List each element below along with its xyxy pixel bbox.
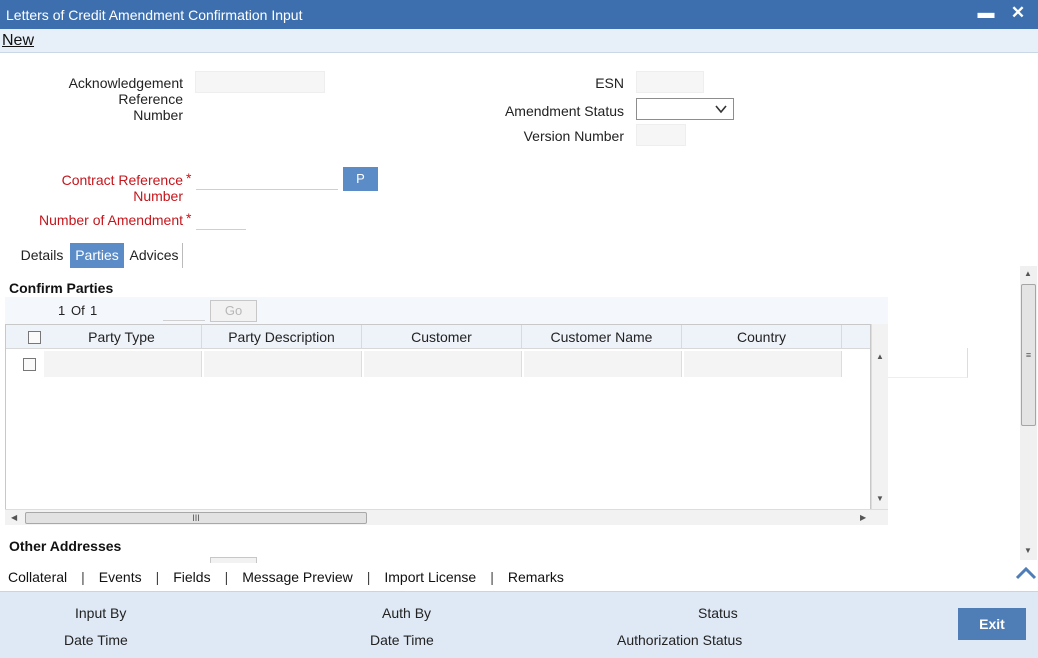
collateral-link[interactable]: Collateral — [8, 569, 67, 585]
col-party-description[interactable]: Party Description — [202, 325, 362, 349]
ack-ref-input[interactable] — [195, 71, 325, 93]
page-scroll-up-icon[interactable]: ▲ — [1024, 269, 1032, 278]
minimize-icon[interactable]: ▬ — [976, 2, 996, 24]
customer-cell[interactable] — [364, 351, 522, 377]
status-label: Status — [698, 605, 738, 621]
exit-button[interactable]: Exit — [958, 608, 1026, 640]
scroll-right-icon[interactable]: ▶ — [860, 513, 866, 522]
tab-advices[interactable]: Advices — [126, 243, 182, 268]
tab-parties[interactable]: Parties — [70, 243, 124, 268]
tab-details[interactable]: Details — [16, 243, 68, 268]
esn-input[interactable] — [636, 71, 704, 93]
pager: 1 Of 1 Go — [5, 297, 888, 325]
confirm-parties-title: Confirm Parties — [9, 280, 114, 296]
window-title: Letters of Credit Amendment Confirmation… — [6, 6, 303, 23]
auth-by-label: Auth By — [382, 605, 432, 621]
ack-ref-label-line1: Acknowledgement Reference — [68, 75, 183, 107]
version-number-input[interactable] — [636, 124, 686, 146]
footer-audit-bar: Input By Date Time Auth By Date Time Sta… — [0, 591, 1038, 658]
link-separator: | — [224, 569, 229, 585]
col-party-type[interactable]: Party Type — [42, 325, 202, 349]
date-time-label-2: Date Time — [370, 632, 434, 648]
fields-link[interactable]: Fields — [173, 569, 210, 585]
select-all-checkbox[interactable] — [28, 331, 41, 344]
scroll-up-icon[interactable]: ▲ — [876, 352, 884, 361]
customer-name-cell[interactable] — [524, 351, 682, 377]
num-amendment-label: Number of Amendment — [39, 212, 183, 228]
grid-horizontal-scrollbar[interactable]: ◀ III ▶ — [5, 509, 888, 525]
horizontal-scroll-thumb[interactable]: III — [25, 512, 367, 524]
contract-ref-label: Contract Reference Number — [61, 172, 183, 204]
message-preview-link[interactable]: Message Preview — [242, 569, 353, 585]
import-license-link[interactable]: Import License — [384, 569, 476, 585]
esn-label: ESN — [595, 75, 624, 91]
events-link[interactable]: Events — [99, 569, 142, 585]
page-of-label: Of — [71, 303, 85, 318]
amendment-status-select[interactable] — [636, 98, 734, 120]
input-by-label: Input By — [75, 605, 127, 621]
bottom-links-bar: Collateral | Events | Fields | Message P… — [0, 563, 1038, 591]
link-separator: | — [155, 569, 160, 585]
amendment-status-label: Amendment Status — [504, 103, 624, 119]
page-current: 1 — [58, 303, 66, 318]
num-amendment-input[interactable] — [196, 208, 246, 230]
menubar: New — [0, 29, 1038, 53]
page-total: 1 — [90, 303, 98, 318]
grid-vertical-scrollbar[interactable]: ▲ ▼ — [871, 324, 888, 510]
col-country[interactable]: Country — [682, 325, 842, 349]
contract-ref-input[interactable] — [196, 168, 338, 190]
col-customer[interactable]: Customer — [362, 325, 522, 349]
grid-header: Party Type Party Description Customer Cu… — [6, 325, 870, 349]
link-separator: | — [490, 569, 494, 585]
link-separator: | — [366, 569, 371, 585]
goto-page-input[interactable] — [163, 301, 205, 321]
ack-ref-label: Acknowledgement Reference Number — [10, 75, 183, 123]
col-customer-name[interactable]: Customer Name — [522, 325, 682, 349]
page-scroll-down-icon[interactable]: ▼ — [1024, 546, 1032, 555]
link-separator: | — [81, 569, 85, 585]
row-checkbox[interactable] — [23, 358, 36, 371]
version-number-label: Version Number — [523, 128, 624, 144]
scroll-down-icon[interactable]: ▼ — [876, 494, 884, 503]
page-vertical-scrollbar[interactable]: ▲ ≡ ▼ — [1020, 266, 1037, 560]
authorization-status-label: Authorization Status — [617, 632, 743, 648]
required-marker: * — [186, 210, 192, 226]
p-button[interactable]: P — [343, 167, 378, 191]
new-link[interactable]: New — [2, 32, 34, 50]
remarks-link[interactable]: Remarks — [508, 569, 564, 585]
collapse-up-icon[interactable] — [1014, 565, 1038, 581]
other-addresses-title: Other Addresses — [9, 538, 122, 554]
date-time-label-1: Date Time — [64, 632, 128, 648]
tab-divider — [182, 243, 183, 268]
country-cell[interactable] — [684, 351, 842, 377]
page-scroll-thumb[interactable]: ≡ — [1021, 284, 1036, 426]
required-marker: * — [186, 170, 192, 186]
go-button[interactable]: Go — [210, 300, 257, 322]
confirm-parties-grid: Party Type Party Description Customer Cu… — [5, 324, 871, 510]
grid-overflow-area — [888, 348, 968, 378]
close-icon[interactable]: ✕ — [1008, 2, 1028, 24]
ack-ref-label-line2: Number — [133, 107, 183, 123]
party-type-cell[interactable] — [44, 351, 202, 377]
chevron-down-icon — [714, 100, 728, 121]
scroll-left-icon[interactable]: ◀ — [11, 513, 17, 522]
window-titlebar: Letters of Credit Amendment Confirmation… — [0, 0, 1038, 29]
party-description-cell[interactable] — [204, 351, 362, 377]
